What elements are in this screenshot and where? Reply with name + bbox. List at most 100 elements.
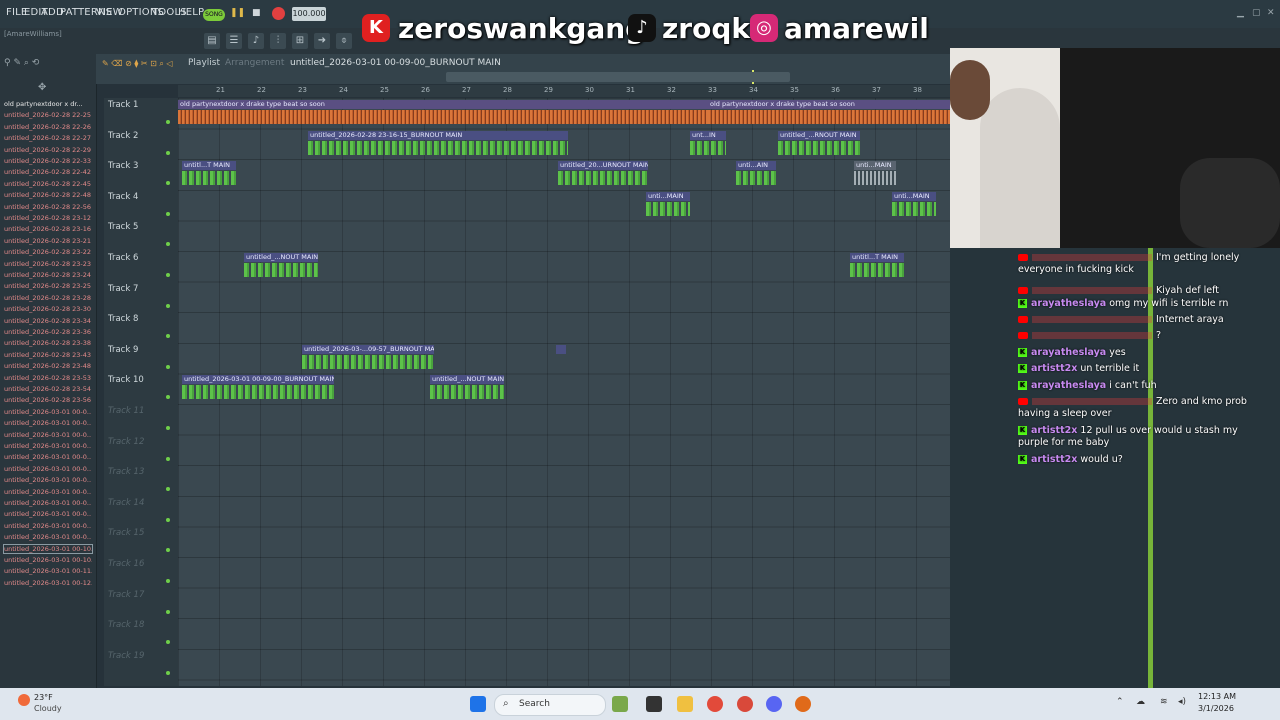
track-mute-led[interactable] [166,181,170,186]
track-name[interactable]: Track 15 [108,528,144,538]
track-mute-led[interactable] [166,426,170,430]
track-mute-led[interactable] [166,487,170,492]
horizontal-scrollbar[interactable] [446,72,790,82]
browser-file-item[interactable]: untitled_2026-02-28 23-22 [4,248,92,256]
track-name[interactable]: Track 4 [108,192,138,202]
browser-file-item[interactable]: untitled_2026-02-28 22-29 [4,146,92,154]
browser-file-item[interactable]: untitled_2026-02-28 23-34 [4,317,92,325]
audio-clip[interactable]: untitl...T MAIN [850,253,904,279]
stop-button[interactable]: ■ [252,8,262,18]
browser-file-item[interactable]: untitled_2026-03-01 00-0.. [4,431,92,439]
track-name[interactable]: Track 3 [108,161,138,171]
track-mute-led[interactable] [166,334,170,339]
clip-marker[interactable] [556,344,566,354]
start-icon[interactable] [470,696,486,712]
arrow-icon[interactable]: ➜ [314,33,330,49]
browser-file-item[interactable]: untitled_2026-02-28 22-42 [4,168,92,176]
track-name[interactable]: Track 17 [108,590,144,600]
track-name[interactable]: Track 2 [108,131,138,141]
audio-clip[interactable]: old partynextdoor x drake type beat so s… [178,100,708,126]
volume-icon[interactable]: ◂) [1178,697,1186,707]
browser-file-item[interactable]: untitled_2026-02-28 23-30 [4,305,92,313]
track-name[interactable]: Track 9 [108,345,138,355]
move-icon[interactable]: ✥ [38,82,46,93]
browser-file-item[interactable]: untitled_2026-03-01 00-0.. [4,533,92,541]
fl-studio-icon[interactable] [795,696,811,712]
browser-file-item[interactable]: untitled_2026-03-01 00-10.. [3,543,93,554]
browser-file-item[interactable]: untitled_2026-02-28 23-12 [4,214,92,222]
channel-rack-icon[interactable]: ☰ [226,33,242,49]
wifi-icon[interactable]: ≋ [1160,697,1168,707]
browser-file-item[interactable]: untitled_2026-02-28 23-24 [4,271,92,279]
track-mute-led[interactable] [166,242,170,247]
track-name[interactable]: Track 11 [108,406,144,416]
track-mute-led[interactable] [166,640,170,645]
play-pause-button[interactable]: ❚❚ [230,8,245,20]
track-mute-led[interactable] [166,120,170,124]
file-explorer-icon[interactable] [646,696,662,712]
mixer-icon[interactable]: ⫶ [270,33,286,49]
browser-file-item[interactable]: untitled_2026-02-28 22-33 [4,157,92,165]
browser-file-item[interactable]: untitled_2026-02-28 23-21 [4,237,92,245]
track-mute-led[interactable] [166,364,170,369]
track-mute-led[interactable] [166,548,170,553]
audio-clip[interactable]: unti...AIN [736,161,776,187]
browser-file-item[interactable]: untitled_2026-02-28 22-27 [4,134,92,142]
audio-clip[interactable]: untitled_20...URNOUT MAIN [558,161,648,187]
audio-clip[interactable]: untitled_...RNOUT MAIN [778,130,860,157]
audio-clip[interactable]: untitled_2026-03-...09-57_BURNOUT MAIN [302,344,434,371]
tool-icons[interactable]: ✎ ⌫ ⊘ ⧫ ✂ ⊡ ⌕ ◁ [102,59,173,69]
browser-file-item[interactable]: untitled_2026-02-28 23-25 [4,282,92,290]
record-button[interactable] [272,7,285,20]
track-name[interactable]: Track 7 [108,284,138,294]
browser-file-item[interactable]: untitled_2026-02-28 22-48 [4,191,92,199]
browser-file-item[interactable]: old partynextdoor x dr... [4,100,92,108]
timeline-ruler[interactable]: 21 22 23 24 25 26 27 28 29 30 31 32 33 34 35 36 37 38 [178,85,950,97]
track-name[interactable]: Track 16 [108,559,144,569]
clock-time[interactable]: 12:13 AM [1198,692,1236,701]
clock-date[interactable]: 3/1/2026 [1198,704,1234,713]
chrome-icon[interactable] [707,696,723,712]
browser-file-item[interactable]: untitled_2026-02-28 23-28 [4,294,92,302]
current-pattern[interactable]: untitled_2026-03-01 00-09-00_BURNOUT MAI… [290,58,501,68]
browser-file-item[interactable]: untitled_2026-03-01 00-0.. [4,476,92,484]
browser-file-item[interactable]: untitled_2026-02-28 23-38 [4,339,92,347]
song-mode-toggle[interactable]: SONG [203,9,225,21]
menu-help[interactable]: HELP [178,7,204,18]
track-mute-led[interactable] [166,670,170,675]
browser-file-item[interactable]: untitled_2026-03-01 00-0.. [4,419,92,427]
folder-icon[interactable] [677,696,693,712]
track-mute-led[interactable] [166,456,170,461]
plugin-icon[interactable]: ⊞ [292,33,308,49]
browser-file-item[interactable]: untitled_2026-03-01 00-10.. [4,556,92,564]
playlist-arrangement[interactable]: Arrangement [225,58,284,68]
track-mute-led[interactable] [166,517,170,522]
browser-file-item[interactable]: untitled_2026-02-28 23-43 [4,351,92,359]
track-mute-led[interactable] [166,273,170,277]
track-mute-led[interactable] [166,303,170,308]
browser-file-item[interactable]: untitled_2026-02-28 23-53 [4,374,92,382]
track-name[interactable]: Track 6 [108,253,138,263]
audio-clip[interactable]: unt...IN [690,130,726,157]
audio-clip[interactable]: untitled_2026-02-28 23-16-15_BURNOUT MAI… [308,130,568,157]
browser-file-item[interactable]: untitled_2026-03-01 00-0.. [4,499,92,507]
browser-file-item[interactable]: untitled_2026-02-28 23-56 [4,396,92,404]
track-mute-led[interactable] [166,609,170,614]
browser-file-item[interactable]: untitled_2026-02-28 23-36 [4,328,92,336]
audio-clip[interactable]: unti...MAIN [646,191,690,218]
close-icon[interactable]: ✕ [1267,8,1275,18]
track-mute-led[interactable] [166,211,170,216]
maximize-icon[interactable]: ▢ [1252,8,1261,18]
audio-clip[interactable]: untitl...T MAIN [182,161,236,187]
browser-file-item[interactable]: untitled_2026-02-28 22-56 [4,203,92,211]
browser-file-item[interactable]: untitled_2026-03-01 00-0.. [4,453,92,461]
browser-file-item[interactable]: untitled_2026-02-28 22-25 [4,111,92,119]
browser-file-item[interactable]: untitled_2026-02-28 23-23 [4,260,92,268]
tempo-display[interactable]: 100.000 [292,7,326,21]
browser-file-item[interactable]: untitled_2026-03-01 00-0.. [4,465,92,473]
browser-file-item[interactable]: untitled_2026-03-01 00-0.. [4,488,92,496]
cloud-icon[interactable]: ☁ [1136,697,1145,707]
browser-file-item[interactable]: untitled_2026-02-28 22-45 [4,180,92,188]
audio-clip[interactable]: untitled_2026-03-01 00-09-00_BURNOUT MAI… [182,375,334,401]
track-name[interactable]: Track 12 [108,437,144,447]
